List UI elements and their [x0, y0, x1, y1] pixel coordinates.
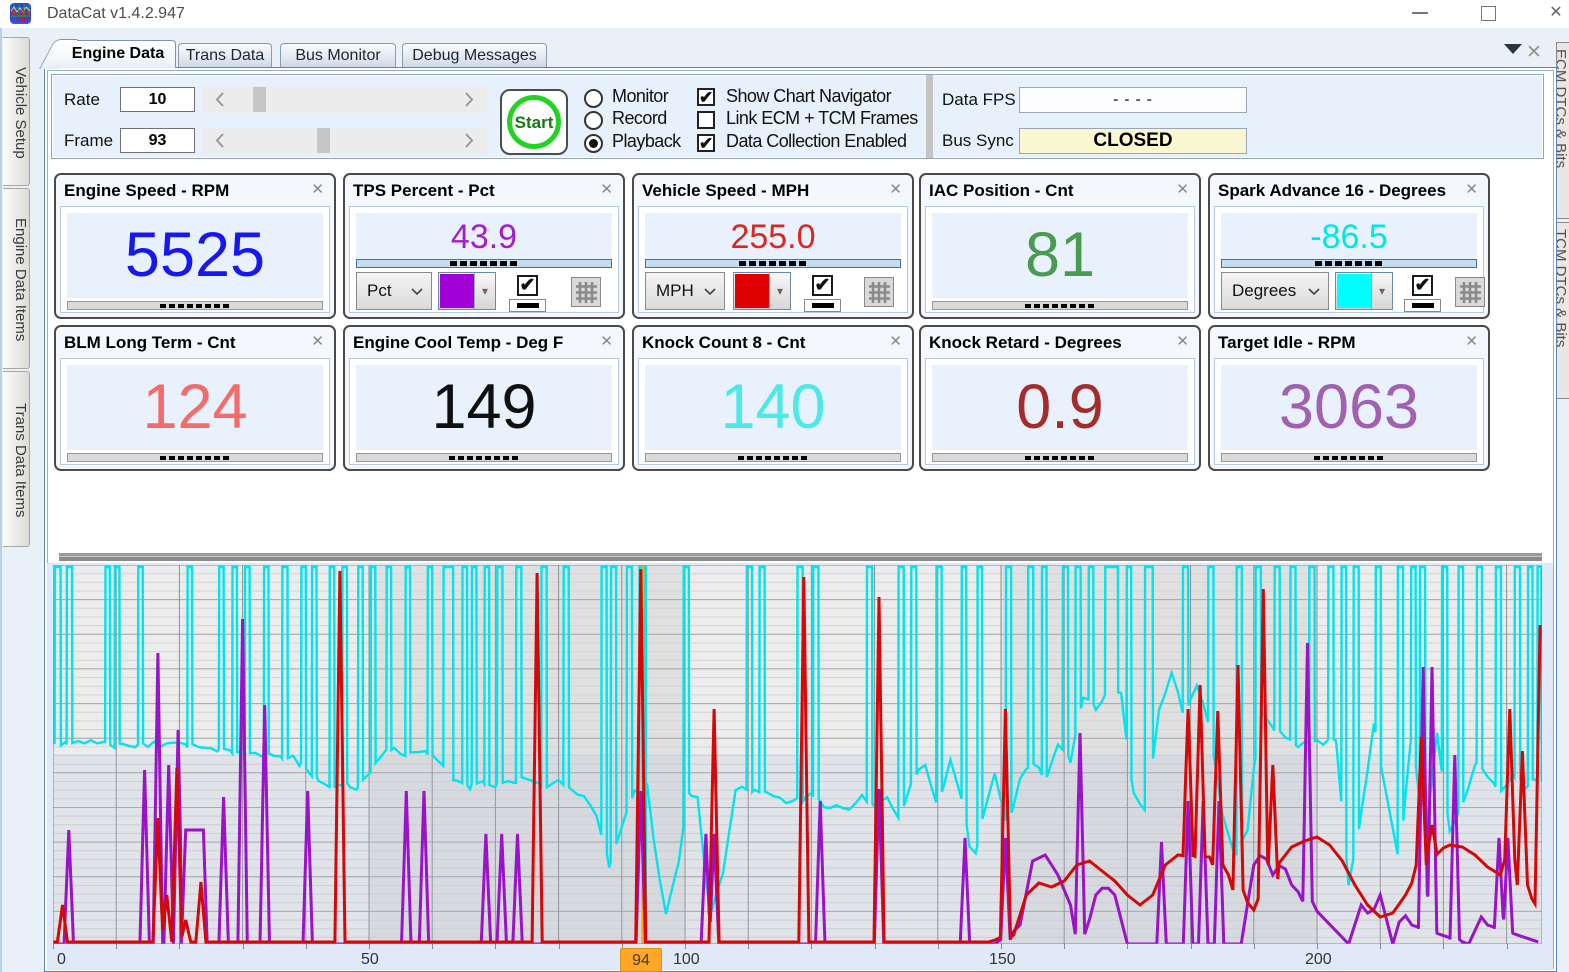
svg-text:DATA: DATA — [11, 10, 29, 17]
svg-text:CAT: CAT — [16, 17, 31, 24]
